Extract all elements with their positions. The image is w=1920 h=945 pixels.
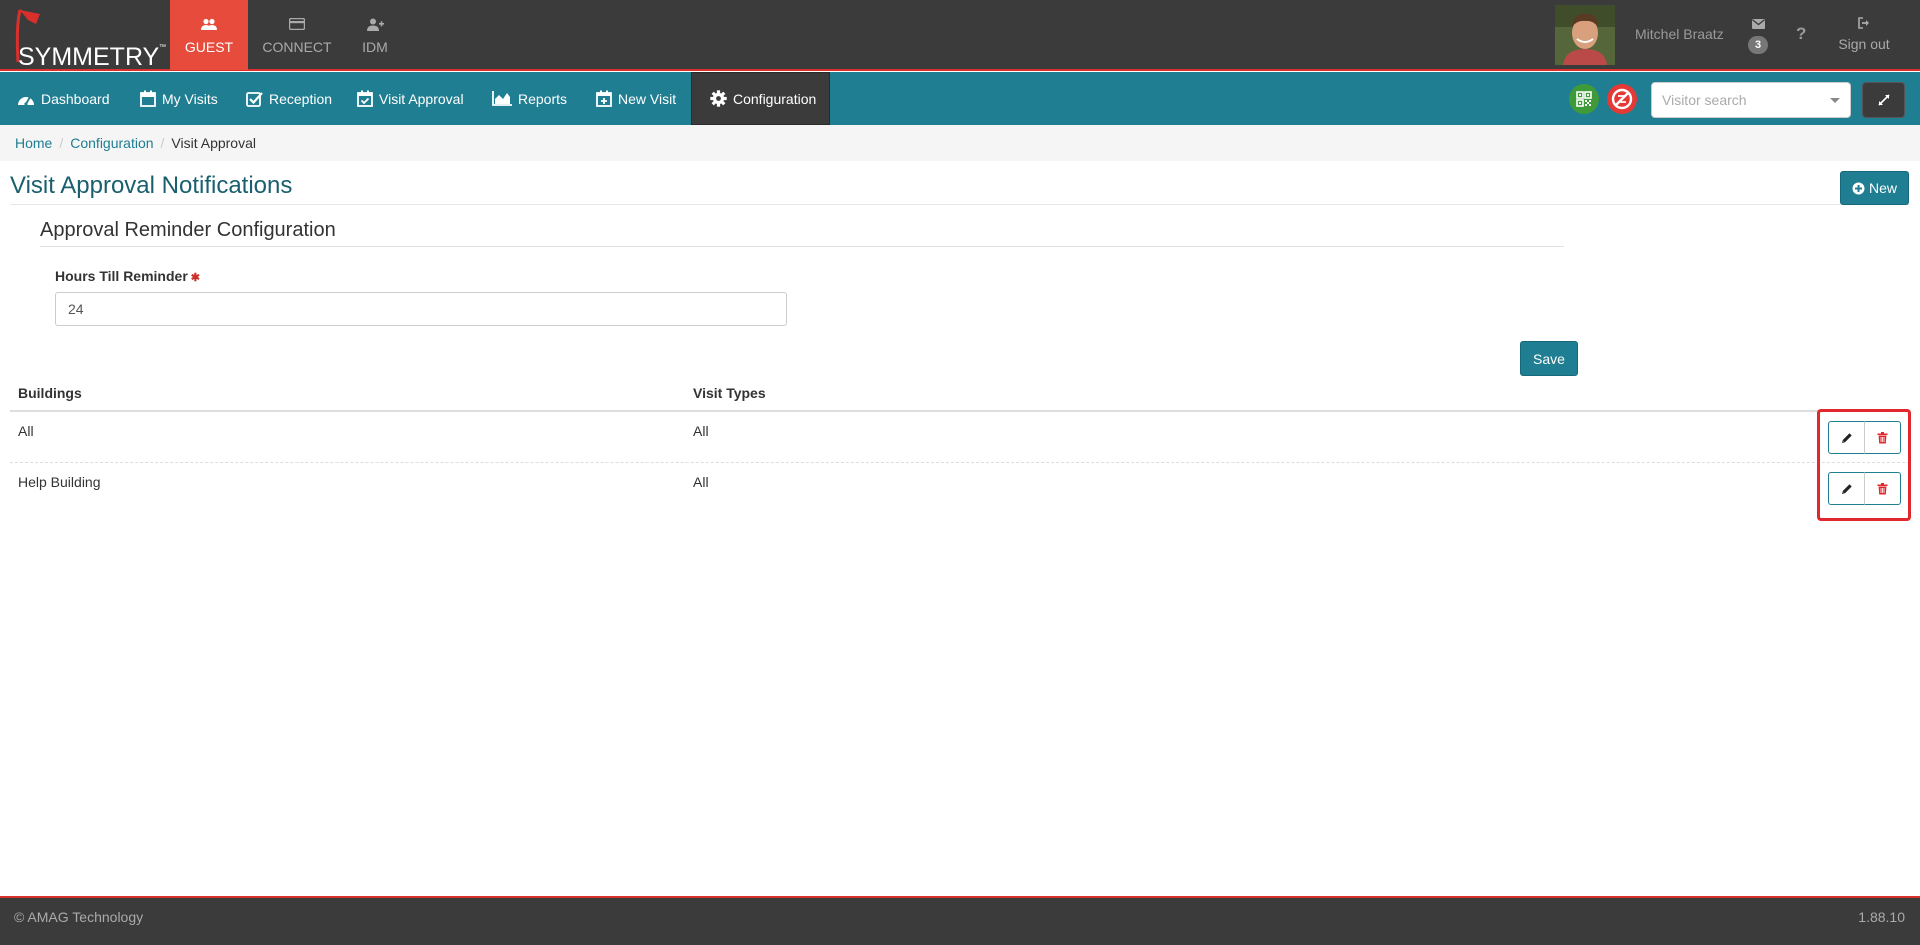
table-row: All All (10, 412, 1910, 463)
calendar-check-icon (357, 90, 373, 107)
hours-till-reminder-input[interactable] (55, 292, 787, 326)
trash-icon (1877, 431, 1888, 443)
nav-label: New Visit (618, 90, 677, 107)
symmetry-logo[interactable]: SYMMETRY ™ (6, 6, 166, 71)
column-header-buildings[interactable]: Buildings (18, 385, 82, 401)
delete-button[interactable] (1864, 421, 1901, 454)
trash-icon (1877, 482, 1888, 494)
nav-label: Reports (518, 90, 568, 107)
app-tab-connect[interactable]: CONNECT (258, 0, 336, 70)
plus-circle-icon (1852, 182, 1865, 194)
table-row: Help Building All (10, 463, 1910, 514)
version-text: 1.88.10 (1858, 909, 1905, 925)
help-button[interactable]: ? (1796, 24, 1806, 44)
nav-label: Configuration (733, 90, 817, 107)
copyright-text: © AMAG Technology (14, 909, 144, 925)
app-tab-label: CONNECT (262, 39, 332, 55)
breadcrumb-home[interactable]: Home (15, 135, 52, 151)
section-title: Approval Reminder Configuration (40, 219, 336, 241)
qr-code-icon (1576, 91, 1592, 107)
column-header-visit-types[interactable]: Visit Types (693, 385, 766, 401)
nav-new-visit[interactable]: New Visit (586, 72, 686, 125)
sign-out-icon (1857, 16, 1871, 30)
ban-icon (1611, 88, 1633, 110)
breadcrumb-separator: / (59, 135, 64, 151)
footer: © AMAG Technology 1.88.10 (0, 896, 1920, 945)
visitor-search-placeholder: Visitor search (1662, 92, 1747, 108)
nav-reception[interactable]: Reception (236, 72, 342, 125)
app-tab-idm[interactable]: IDM (336, 0, 414, 70)
visit-type-cell: All (693, 423, 709, 439)
nav-label: Dashboard (41, 90, 110, 107)
add-user-icon (366, 15, 384, 33)
gear-icon (710, 90, 727, 107)
hours-label-text: Hours Till Reminder (55, 268, 188, 284)
nav-label: Visit Approval (379, 90, 464, 107)
nav-my-visits[interactable]: My Visits (130, 72, 228, 125)
sign-out-button[interactable]: Sign out (1832, 16, 1896, 52)
checkbox-icon (246, 91, 263, 107)
nav-visit-approval[interactable]: Visit Approval (347, 72, 474, 125)
calendar-plus-icon (596, 90, 612, 107)
app-tab-guest[interactable]: GUEST (170, 0, 248, 70)
users-icon (201, 15, 217, 33)
new-button-label: New (1868, 180, 1897, 196)
visitor-search-input[interactable]: Visitor search (1651, 82, 1851, 118)
nav-configuration[interactable]: Configuration (691, 72, 830, 125)
chevron-down-icon (1830, 98, 1840, 103)
title-divider (10, 204, 1910, 205)
breadcrumb: Home / Configuration / Visit Approval (0, 125, 1920, 161)
delete-button[interactable] (1864, 472, 1901, 505)
app-tab-label: IDM (362, 39, 388, 55)
top-bar: SYMMETRY ™ GUEST CONNECT IDM Mitchel Bra… (0, 0, 1920, 71)
nav-label: Reception (269, 90, 333, 107)
breadcrumb-configuration[interactable]: Configuration (70, 135, 153, 151)
messages-button[interactable]: 3 (1744, 16, 1772, 56)
new-button[interactable]: New (1840, 171, 1909, 205)
breadcrumb-separator: / (160, 135, 165, 151)
table-header: Buildings Visit Types (10, 378, 1910, 412)
save-button[interactable]: Save (1520, 341, 1578, 376)
nav-reports[interactable]: Reports (482, 72, 577, 125)
card-icon (289, 15, 305, 33)
row-actions (1828, 421, 1901, 454)
pencil-icon (1841, 432, 1852, 443)
page-title: Visit Approval Notifications (10, 172, 293, 199)
sign-out-label: Sign out (1838, 36, 1890, 52)
watchlist-button[interactable] (1607, 84, 1637, 114)
expand-icon (1877, 94, 1890, 106)
qr-scan-button[interactable] (1569, 84, 1599, 114)
logo-text: SYMMETRY (18, 43, 160, 71)
building-cell: Help Building (18, 474, 101, 490)
logo-trademark: ™ (159, 44, 166, 51)
hours-till-reminder-label: Hours Till Reminder ✱ (55, 268, 200, 284)
dashboard-icon (18, 96, 34, 106)
fullscreen-button[interactable] (1862, 82, 1905, 118)
visit-type-cell: All (693, 474, 709, 490)
avatar[interactable] (1555, 5, 1615, 65)
message-count-badge: 3 (1748, 36, 1768, 54)
building-cell: All (18, 423, 34, 439)
nav-dashboard[interactable]: Dashboard (7, 72, 120, 125)
row-actions (1828, 472, 1901, 505)
edit-button[interactable] (1828, 472, 1865, 505)
edit-button[interactable] (1828, 421, 1865, 454)
envelope-icon (1751, 16, 1765, 32)
calendar-icon (140, 90, 156, 107)
user-name[interactable]: Mitchel Braatz (1635, 26, 1724, 42)
app-tab-label: GUEST (184, 39, 234, 55)
nav-label: My Visits (162, 90, 218, 107)
required-marker: ✱ (190, 272, 200, 284)
section-divider (40, 246, 1564, 247)
pencil-icon (1841, 483, 1852, 494)
area-chart-icon (492, 91, 512, 106)
breadcrumb-current: Visit Approval (171, 135, 256, 151)
